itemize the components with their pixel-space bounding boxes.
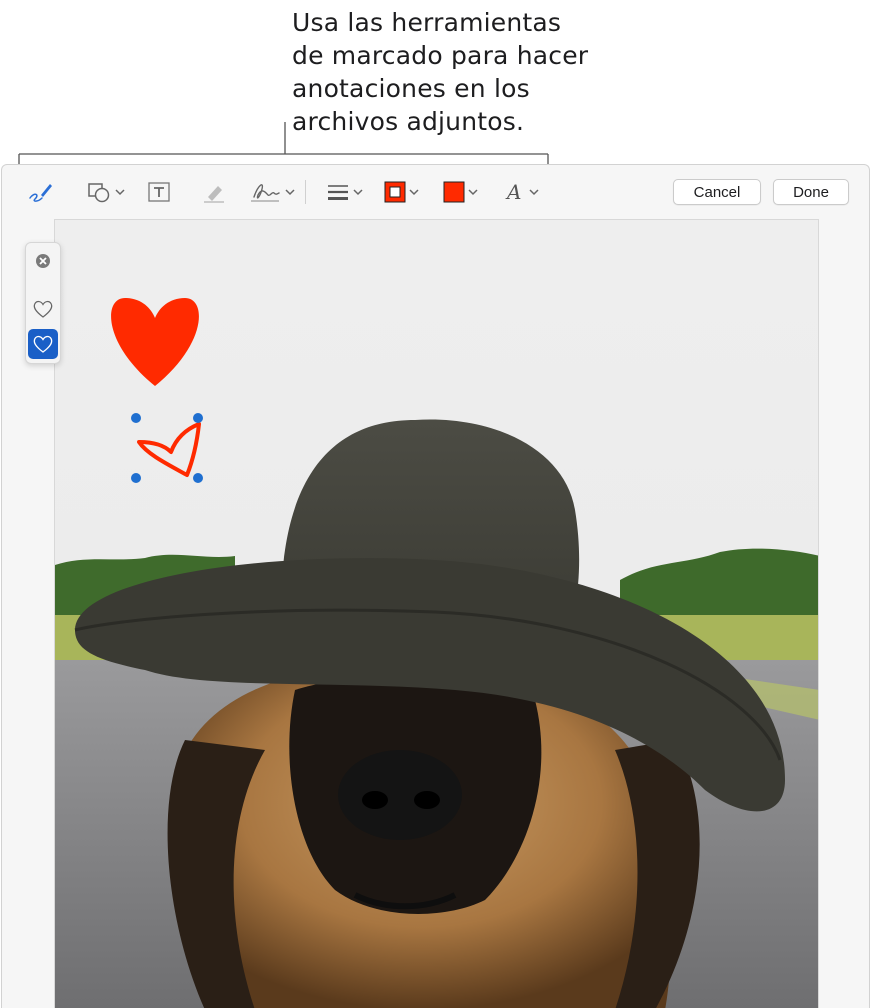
fill-color-icon (443, 181, 465, 203)
border-color-tool[interactable] (384, 177, 419, 207)
chevron-down-icon (115, 189, 125, 196)
fill-color-tool[interactable] (443, 177, 478, 207)
palette-heart-option[interactable] (28, 294, 58, 324)
highlight-icon (204, 186, 224, 203)
cancel-button[interactable]: Cancel (673, 179, 761, 205)
image-canvas[interactable] (54, 219, 819, 1008)
border-color-icon (384, 181, 406, 203)
close-icon (36, 254, 50, 268)
callout-line: anotaciones en los (292, 74, 530, 103)
chevron-down-icon (353, 189, 363, 196)
markup-toolbar: A Cancel Done (2, 165, 869, 219)
chevron-down-icon (409, 189, 419, 196)
heart-outline-icon (33, 335, 53, 353)
heart-outline-icon (33, 300, 53, 318)
chevron-down-icon (468, 189, 478, 196)
palette-close-button[interactable] (28, 246, 58, 276)
line-style-icon (328, 185, 348, 200)
sign-tool[interactable] (248, 177, 295, 207)
shapes-icon (88, 183, 110, 203)
line-style-tool[interactable] (326, 177, 363, 207)
palette-heart-option-selected[interactable] (28, 329, 58, 359)
callout-line: archivos adjuntos. (292, 107, 525, 136)
callout-line: Usa las herramientas (292, 8, 562, 37)
text-icon (148, 182, 170, 202)
chevron-down-icon (529, 189, 539, 196)
sign-icon (251, 184, 280, 202)
markup-window: A Cancel Done (1, 164, 870, 1008)
chevron-down-icon (285, 189, 295, 196)
shape-palette (25, 242, 61, 364)
dog-photo (55, 220, 818, 1008)
shapes-tool[interactable] (86, 177, 125, 207)
svg-text:A: A (505, 180, 521, 204)
text-tool[interactable] (146, 177, 172, 207)
sketch-icon (29, 184, 52, 202)
toolbar-separator (305, 180, 306, 204)
text-style-icon: A (505, 180, 521, 204)
done-button[interactable]: Done (773, 179, 849, 205)
highlight-tool[interactable] (201, 177, 227, 207)
callout-text: Usa las herramientas de marcado para hac… (292, 6, 622, 138)
callout-line: de marcado para hacer (292, 41, 589, 70)
text-style-tool[interactable]: A (504, 177, 539, 207)
sketch-tool[interactable] (26, 177, 54, 207)
